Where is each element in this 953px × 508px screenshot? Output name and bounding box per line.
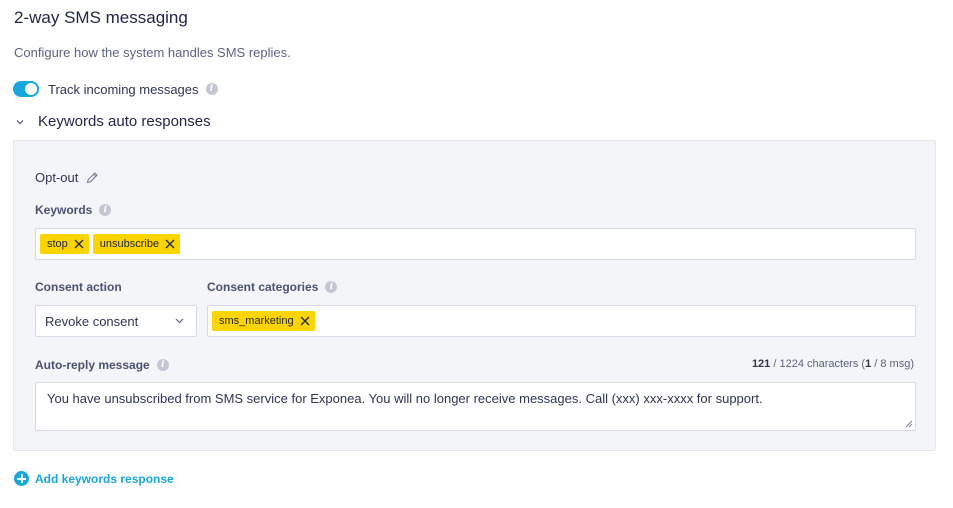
response-name-text: Opt-out bbox=[35, 170, 79, 185]
info-icon[interactable]: i bbox=[99, 204, 112, 216]
resize-handle-icon[interactable] bbox=[905, 420, 913, 428]
msg-count-rest: / 8 msg) bbox=[871, 358, 914, 370]
keyword-chip-label: stop bbox=[47, 238, 68, 250]
keyword-response-panel: Opt-out Keywords i stop unsubscribe Cons… bbox=[13, 140, 936, 451]
chevron-down-icon bbox=[175, 318, 184, 324]
auto-reply-label: Auto-reply message i bbox=[35, 358, 169, 372]
keyword-chip-label: unsubscribe bbox=[99, 238, 160, 250]
page-title: 2-way SMS messaging bbox=[14, 8, 188, 27]
consent-action-select[interactable]: Revoke consent bbox=[35, 305, 197, 337]
toggle-knob bbox=[25, 83, 37, 95]
track-incoming-row: Track incoming messages i bbox=[13, 81, 218, 97]
chevron-down-icon bbox=[16, 119, 24, 124]
info-icon[interactable]: i bbox=[325, 281, 338, 293]
keywords-input[interactable]: stop unsubscribe bbox=[35, 228, 916, 260]
track-incoming-label: Track incoming messages bbox=[48, 81, 199, 97]
auto-reply-text: You have unsubscribed from SMS service f… bbox=[47, 391, 763, 406]
char-count-rest: / 1224 characters ( bbox=[770, 358, 866, 370]
remove-chip-icon[interactable] bbox=[300, 316, 310, 326]
page-subtitle: Configure how the system handles SMS rep… bbox=[14, 45, 291, 60]
add-keywords-response-button[interactable]: Add keywords response bbox=[14, 471, 174, 486]
consent-categories-label-text: Consent categories bbox=[207, 280, 319, 294]
char-count: 121 bbox=[751, 358, 771, 370]
edit-pencil-icon[interactable] bbox=[85, 171, 99, 185]
category-chip: sms_marketing bbox=[212, 311, 315, 331]
add-keywords-response-label: Add keywords response bbox=[35, 471, 174, 486]
remove-chip-icon[interactable] bbox=[74, 239, 84, 249]
keywords-section-toggle[interactable]: Keywords auto responses bbox=[16, 113, 211, 130]
consent-action-value: Revoke consent bbox=[45, 313, 139, 329]
consent-categories-input[interactable]: sms_marketing bbox=[207, 305, 916, 337]
auto-reply-label-text: Auto-reply message bbox=[35, 358, 150, 372]
track-incoming-toggle[interactable] bbox=[13, 81, 39, 97]
keywords-section-title: Keywords auto responses bbox=[38, 113, 211, 130]
remove-chip-icon[interactable] bbox=[165, 239, 175, 249]
consent-action-label: Consent action bbox=[35, 280, 122, 294]
keyword-chip: stop bbox=[40, 234, 89, 254]
response-name: Opt-out bbox=[35, 170, 99, 185]
category-chip-label: sms_marketing bbox=[219, 315, 294, 327]
keyword-chip: unsubscribe bbox=[92, 234, 181, 254]
plus-circle-icon bbox=[14, 471, 29, 486]
character-counter: 121 / 1224 characters (1 / 8 msg) bbox=[752, 358, 914, 370]
keywords-label-text: Keywords bbox=[35, 203, 93, 217]
keywords-label: Keywords i bbox=[35, 203, 112, 217]
info-icon[interactable]: i bbox=[205, 83, 218, 95]
consent-categories-label: Consent categories i bbox=[207, 280, 338, 294]
auto-reply-textarea[interactable]: You have unsubscribed from SMS service f… bbox=[35, 382, 916, 431]
info-icon[interactable]: i bbox=[156, 359, 169, 371]
